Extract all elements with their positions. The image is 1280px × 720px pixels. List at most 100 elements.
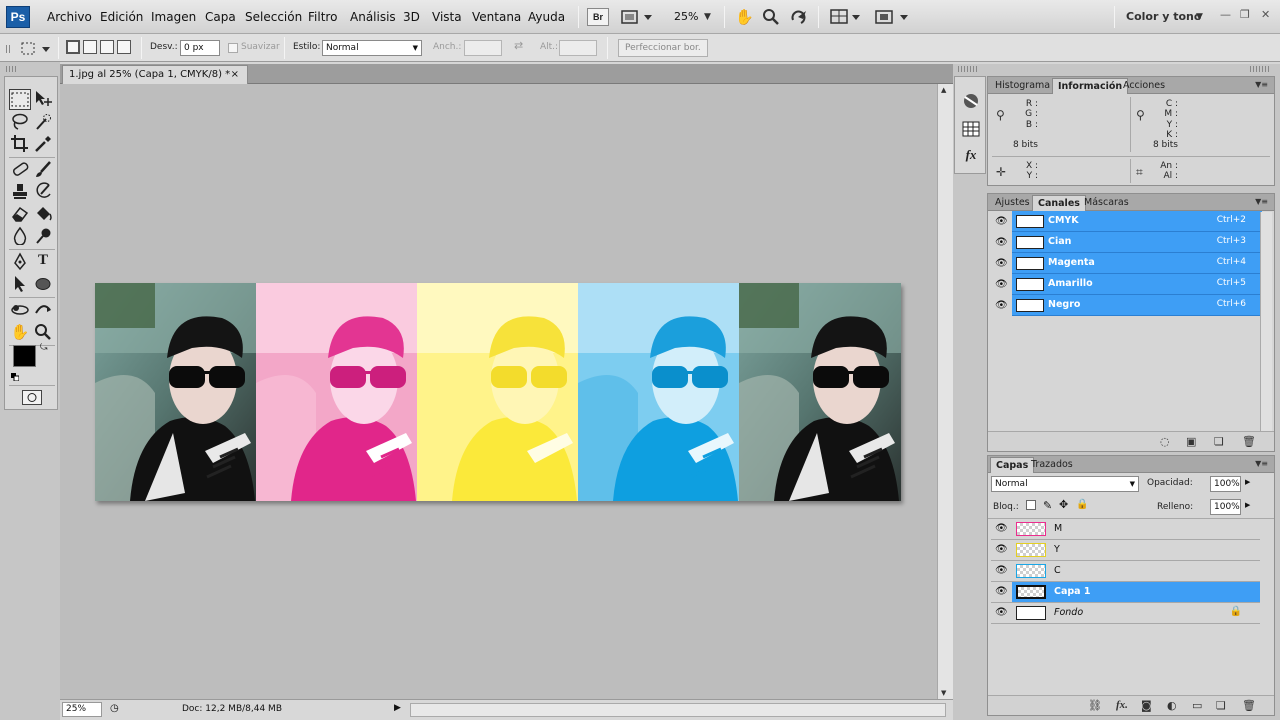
hand-icon[interactable]: ✋ — [9, 322, 31, 343]
arrange-docs-icon[interactable] — [830, 8, 860, 26]
tab-histograma[interactable]: Histograma — [990, 78, 1055, 94]
load-selection-icon[interactable]: ◌ — [1160, 435, 1170, 448]
3d-orbit-icon[interactable] — [32, 300, 54, 321]
antialias-checkbox[interactable] — [228, 43, 238, 53]
visibility-eye-icon[interactable]: 👁 — [995, 215, 1009, 228]
tab-ajustes[interactable]: Ajustes — [990, 195, 1035, 211]
channel-row-body[interactable]: CMYK Ctrl+2 — [1012, 211, 1262, 232]
swap-colors-icon[interactable]: ⤿ — [40, 343, 48, 353]
add-mask-icon[interactable]: ◙ — [1141, 699, 1152, 712]
menu-edicion[interactable]: Edición — [100, 10, 143, 24]
refine-edge-button[interactable]: Perfeccionar bor. — [618, 39, 708, 57]
channel-row-body[interactable]: Cian Ctrl+3 — [1012, 232, 1262, 253]
swap-icon[interactable]: ⇄ — [514, 39, 523, 52]
layer-row-body[interactable]: Capa 1 — [1012, 582, 1260, 602]
panel-menu-icon[interactable]: ▼≡ — [1255, 459, 1268, 468]
rotate-view-icon[interactable] — [789, 8, 809, 26]
menu-ayuda[interactable]: Ayuda — [528, 10, 565, 24]
menu-seleccion[interactable]: Selección — [245, 10, 302, 24]
zoom-icon[interactable] — [32, 322, 54, 343]
menu-archivo[interactable]: Archivo — [47, 10, 92, 24]
visibility-eye-icon[interactable]: 👁 — [995, 278, 1009, 291]
panel-menu-icon[interactable]: ▼≡ — [1255, 80, 1268, 89]
link-layers-icon[interactable]: ⛓ — [1088, 699, 1102, 712]
opacity-input[interactable]: 100% — [1210, 476, 1241, 492]
foreground-color-swatch[interactable] — [13, 345, 36, 367]
new-group-icon[interactable]: ▭ — [1192, 699, 1202, 712]
close-tab-icon[interactable]: × — [231, 66, 239, 83]
grip[interactable] — [1250, 66, 1270, 72]
type-icon[interactable]: T — [32, 252, 54, 273]
trash-icon[interactable]: 🗑 — [1242, 435, 1256, 448]
swatches-icon[interactable] — [961, 119, 981, 139]
paint-bucket-icon[interactable] — [32, 204, 54, 225]
scroll-down-icon[interactable]: ▼ — [941, 689, 946, 697]
view-extras-icon[interactable] — [620, 8, 654, 26]
blur-icon[interactable] — [9, 226, 31, 247]
new-selection-icon[interactable] — [66, 40, 80, 54]
scroll-up-icon[interactable]: ▲ — [941, 86, 946, 94]
menu-ventana[interactable]: Ventana — [472, 10, 521, 24]
channel-row[interactable]: 👁 Negro Ctrl+6 — [991, 295, 1262, 316]
bridge-icon[interactable]: Br — [587, 8, 609, 26]
channel-row[interactable]: 👁 Cian Ctrl+3 — [991, 232, 1262, 253]
layer-style-fx-icon[interactable]: fx. — [1116, 699, 1128, 711]
channel-row-body[interactable]: Amarillo Ctrl+5 — [1012, 274, 1262, 295]
add-selection-icon[interactable] — [83, 40, 97, 54]
trash-icon[interactable]: 🗑 — [1242, 699, 1256, 712]
restore-icon[interactable]: ❐ — [1240, 8, 1250, 21]
workspace-switcher[interactable]: Color y tono — [1126, 10, 1201, 23]
menu-filtro[interactable]: Filtro — [308, 10, 337, 24]
move-tool-icon[interactable] — [32, 89, 54, 110]
height-input[interactable] — [559, 40, 597, 56]
layer-row-body[interactable]: Y — [1012, 540, 1260, 560]
lock-pixels-icon[interactable]: ✎ — [1043, 499, 1052, 512]
channel-row-body[interactable]: Magenta Ctrl+4 — [1012, 253, 1262, 274]
style-select[interactable]: Normal ▼ — [322, 40, 422, 56]
document-image[interactable] — [95, 283, 901, 501]
new-layer-icon[interactable]: ❏ — [1216, 699, 1226, 712]
layer-row[interactable]: 👁 Fondo 🔒 — [991, 603, 1260, 624]
visibility-eye-icon[interactable]: 👁 — [995, 523, 1008, 534]
panel-collapse-grip[interactable] — [6, 66, 16, 72]
visibility-eye-icon[interactable]: 👁 — [995, 586, 1008, 597]
horizontal-scrollbar[interactable] — [410, 703, 946, 717]
eyedropper-icon[interactable] — [32, 134, 54, 155]
channel-row[interactable]: 👁 CMYK Ctrl+2 — [991, 211, 1262, 232]
dodge-icon[interactable] — [32, 226, 54, 247]
menu-vista[interactable]: Vista — [432, 10, 462, 24]
channel-row[interactable]: 👁 Amarillo Ctrl+5 — [991, 274, 1262, 295]
brush-presets-icon[interactable] — [961, 91, 981, 111]
zoom-icon[interactable] — [762, 8, 780, 26]
layer-row-selected[interactable]: 👁 Capa 1 — [991, 582, 1260, 603]
status-info-icon[interactable]: ◷ — [110, 703, 119, 714]
quick-selection-icon[interactable] — [32, 112, 54, 133]
grip[interactable] — [6, 45, 12, 53]
spot-healing-icon[interactable] — [9, 160, 31, 181]
layer-row[interactable]: 👁 M — [991, 519, 1260, 540]
status-zoom-field[interactable]: 25% — [62, 702, 102, 717]
visibility-eye-icon[interactable]: 👁 — [995, 257, 1009, 270]
intersect-selection-icon[interactable] — [117, 40, 131, 54]
visibility-eye-icon[interactable]: 👁 — [995, 236, 1009, 249]
lock-all-icon[interactable]: 🔒 — [1076, 499, 1088, 510]
crop-icon[interactable] — [9, 134, 31, 155]
tab-acciones[interactable]: Acciones — [1118, 78, 1170, 94]
menu-analisis[interactable]: Análisis — [350, 10, 396, 24]
visibility-eye-icon[interactable]: 👁 — [995, 299, 1009, 312]
tab-canales[interactable]: Canales — [1032, 195, 1086, 211]
document-tab[interactable]: 1.jpg al 25% (Capa 1, CMYK/8) * × — [62, 65, 248, 84]
channel-row[interactable]: 👁 Magenta Ctrl+4 — [991, 253, 1262, 274]
lock-position-icon[interactable]: ✥ — [1059, 498, 1068, 511]
adjustment-layer-icon[interactable]: ◐ — [1167, 699, 1177, 712]
panel-menu-icon[interactable]: ▼≡ — [1255, 197, 1268, 206]
width-input[interactable] — [464, 40, 502, 56]
rectangular-marquee-icon[interactable] — [9, 89, 31, 110]
menu-3d[interactable]: 3D — [403, 10, 420, 24]
chevron-down-icon[interactable]: ▼ — [1196, 8, 1203, 26]
clone-stamp-icon[interactable] — [9, 182, 31, 203]
quick-mask-icon[interactable] — [22, 390, 42, 405]
status-menu-arrow-icon[interactable]: ▶ — [394, 703, 401, 713]
new-channel-icon[interactable]: ❏ — [1214, 435, 1224, 448]
visibility-eye-icon[interactable]: 👁 — [995, 565, 1008, 576]
